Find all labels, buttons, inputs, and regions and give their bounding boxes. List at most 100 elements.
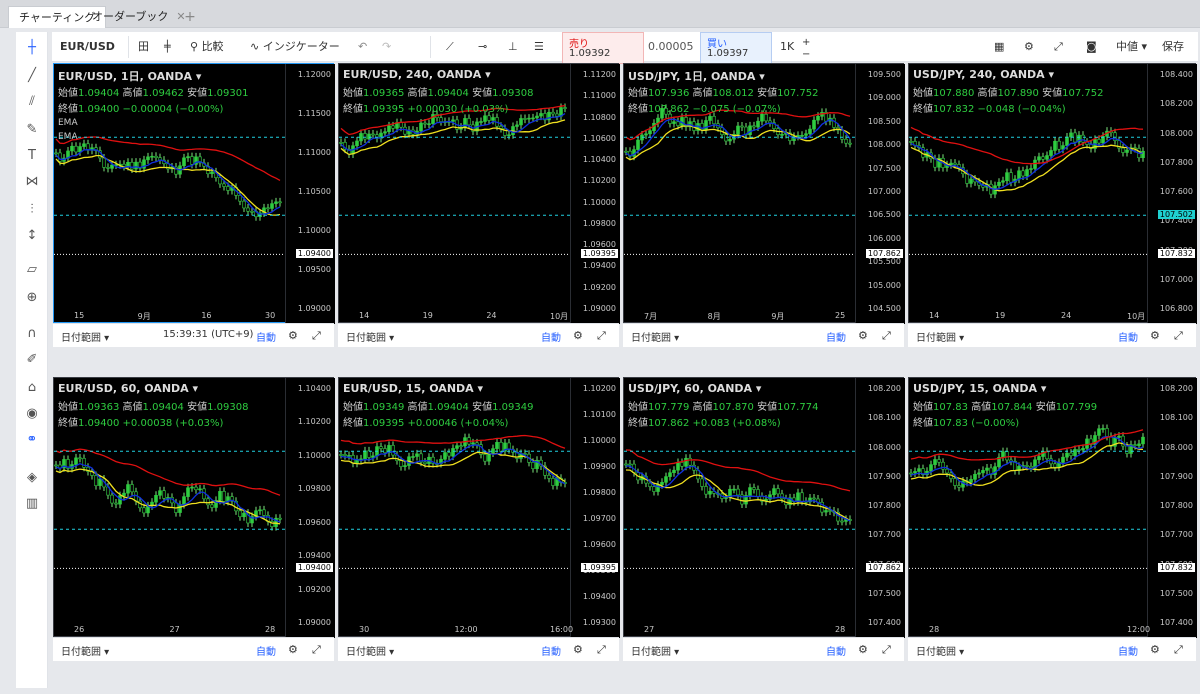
date-range-select[interactable]: 日付範囲 ▾: [61, 643, 109, 658]
layout-grid-icon[interactable]: ▦: [994, 37, 1004, 57]
date-range-select[interactable]: 日付範囲 ▾: [631, 643, 679, 658]
link-icon[interactable]: ⚭: [22, 430, 42, 450]
date-range-select[interactable]: 日付範囲 ▾: [346, 329, 394, 344]
camera-icon[interactable]: ◙: [1086, 37, 1097, 57]
pane-title[interactable]: EUR/USD, 15, OANDA ▾: [343, 382, 483, 395]
chart-pane[interactable]: EUR/USD, 60, OANDA ▾ 始値1.09363 高値1.09404 …: [53, 377, 335, 638]
pane-title[interactable]: EUR/USD, 240, OANDA ▾: [343, 68, 491, 81]
candle-style-icon[interactable]: ╪: [164, 37, 171, 57]
price-scale[interactable]: 1.12000 1.11500 1.11000 1.10500 1.10000 1.095…: [285, 64, 335, 324]
pane-title[interactable]: USD/JPY, 240, OANDA ▾: [913, 68, 1054, 81]
symbol-search[interactable]: EUR/USD: [60, 37, 115, 57]
pencil-lock-icon[interactable]: ✐: [22, 350, 42, 370]
undo-icon[interactable]: ↶: [358, 37, 367, 57]
chart-pane[interactable]: USD/JPY, 1日, OANDA ▾ 始値107.936 高値108.012 …: [623, 63, 905, 324]
pane-title[interactable]: USD/JPY, 1日, OANDA ▾: [628, 68, 765, 84]
settings-icon[interactable]: ⚙: [288, 329, 298, 342]
indicators-button[interactable]: ∿ インジケーター: [250, 37, 340, 57]
maximize-icon[interactable]: ⤢: [1174, 643, 1183, 657]
price-scale[interactable]: 1.10400 1.10200 1.10000 1.09800 1.09600 1.094…: [285, 378, 335, 638]
save-button[interactable]: 保存: [1162, 37, 1184, 57]
settings-icon[interactable]: ⚙: [858, 329, 868, 342]
pane-title[interactable]: USD/JPY, 15, OANDA ▾: [913, 382, 1046, 395]
auto-scale-button[interactable]: 自動: [256, 329, 276, 344]
auto-scale-button[interactable]: 自動: [256, 643, 276, 658]
settings-icon[interactable]: ⚙: [1150, 643, 1160, 656]
chart-pane[interactable]: EUR/USD, 1日, OANDA ▾ 始値1.09404 高値1.09462 …: [53, 63, 335, 324]
chart-pane[interactable]: USD/JPY, 240, OANDA ▾ 始値107.880 高値107.890…: [908, 63, 1197, 324]
sell-button[interactable]: 売り 1.09392: [562, 32, 644, 64]
text-icon[interactable]: T: [22, 146, 42, 166]
tab-orderbook[interactable]: オーダーブック ✕: [82, 6, 196, 28]
compare-button[interactable]: ⚲ 比較: [190, 37, 224, 57]
maximize-icon[interactable]: ⤢: [312, 329, 321, 343]
date-range-select[interactable]: 日付範囲 ▾: [631, 329, 679, 344]
fib-tool-icon[interactable]: ☰: [534, 37, 544, 57]
zoom-in-icon[interactable]: ⊕: [22, 288, 42, 308]
date-range-select[interactable]: 日付範囲 ▾: [61, 329, 109, 344]
brush-icon[interactable]: ✎: [22, 120, 42, 140]
auto-scale-button[interactable]: 自動: [1118, 329, 1138, 344]
candle: [644, 133, 648, 136]
indicator-legend[interactable]: EMA: [58, 132, 78, 142]
indicator-legend[interactable]: EMA: [58, 118, 78, 128]
trash-icon[interactable]: ▥: [22, 494, 42, 514]
redo-icon[interactable]: ↷: [382, 37, 391, 57]
pane-title[interactable]: EUR/USD, 60, OANDA ▾: [58, 382, 198, 395]
price-scale[interactable]: 108.400 108.200 108.000 107.800 107.600 107.4…: [1147, 64, 1197, 324]
maximize-icon[interactable]: ⤢: [882, 329, 891, 343]
auto-scale-button[interactable]: 自動: [541, 329, 561, 344]
chart-pane[interactable]: USD/JPY, 60, OANDA ▾ 始値107.779 高値107.870 …: [623, 377, 905, 638]
settings-icon[interactable]: ⚙: [573, 643, 583, 656]
magnet-icon[interactable]: ∩: [22, 324, 42, 344]
price-type-select[interactable]: 中値 ▾: [1116, 37, 1147, 57]
settings-icon[interactable]: ⚙: [573, 329, 583, 342]
settings-icon[interactable]: ⚙: [1150, 329, 1160, 342]
pane-title[interactable]: USD/JPY, 60, OANDA ▾: [628, 382, 761, 395]
maximize-icon[interactable]: ⤢: [882, 643, 891, 657]
auto-scale-button[interactable]: 自動: [826, 643, 846, 658]
interval-icon[interactable]: 田: [138, 37, 149, 57]
pane-title[interactable]: EUR/USD, 1日, OANDA ▾: [58, 68, 201, 84]
fullscreen-icon[interactable]: ⤢: [1054, 37, 1063, 57]
maximize-icon[interactable]: ⤢: [597, 329, 606, 343]
buy-button[interactable]: 買い 1.09397: [700, 32, 772, 64]
chart-pane[interactable]: EUR/USD, 15, OANDA ▾ 始値1.09349 高値1.09404 …: [338, 377, 620, 638]
settings-icon[interactable]: ⚙: [288, 643, 298, 656]
pattern-icon[interactable]: ⋈: [22, 172, 42, 192]
chart-pane[interactable]: EUR/USD, 240, OANDA ▾ 始値1.09365 高値1.09404…: [338, 63, 620, 324]
auto-scale-button[interactable]: 自動: [541, 643, 561, 658]
add-tab-icon[interactable]: +: [180, 8, 200, 26]
chart-pane[interactable]: USD/JPY, 15, OANDA ▾ 始値107.83 高値107.844 安…: [908, 377, 1197, 638]
price-scale[interactable]: 108.200 108.100 108.000 107.900 107.800 107.7…: [1147, 378, 1197, 638]
settings-icon[interactable]: ⚙: [1024, 37, 1034, 57]
date-range-select[interactable]: 日付範囲 ▾: [916, 643, 964, 658]
ruler-icon[interactable]: ▱: [22, 260, 42, 280]
eye-icon[interactable]: ◉: [22, 404, 42, 424]
price-scale[interactable]: 109.500 109.000 108.500 108.000 107.500 107.0…: [855, 64, 905, 324]
lock-icon[interactable]: ⌂: [22, 378, 42, 398]
trendline-icon[interactable]: ╱: [22, 66, 42, 86]
price-scale[interactable]: 108.200 108.100 108.000 107.900 107.800 107.7…: [855, 378, 905, 638]
line-tool-icon[interactable]: ⟋: [446, 37, 454, 57]
auto-scale-button[interactable]: 自動: [1118, 643, 1138, 658]
price-scale[interactable]: 1.10200 1.10100 1.10000 1.09900 1.09800 1.097…: [570, 378, 620, 638]
date-range-select[interactable]: 日付範囲 ▾: [916, 329, 964, 344]
date-range-select[interactable]: 日付範囲 ▾: [346, 643, 394, 658]
layers-icon[interactable]: ◈: [22, 468, 42, 488]
projection-icon[interactable]: ⫶: [22, 200, 42, 220]
lot-size[interactable]: 1K: [780, 37, 794, 57]
fib-icon[interactable]: ⫽: [22, 92, 42, 112]
lot-down-icon[interactable]: −: [802, 45, 810, 65]
hline-tool-icon[interactable]: ⊸: [478, 37, 487, 57]
vline-tool-icon[interactable]: ⊥: [508, 37, 518, 57]
maximize-icon[interactable]: ⤢: [597, 643, 606, 657]
settings-icon[interactable]: ⚙: [858, 643, 868, 656]
crosshair-icon[interactable]: ┼: [22, 38, 42, 58]
maximize-icon[interactable]: ⤢: [312, 643, 321, 657]
auto-scale-button[interactable]: 自動: [826, 329, 846, 344]
price-scale[interactable]: 1.11200 1.11000 1.10800 1.10600 1.10400 1.102…: [570, 64, 620, 324]
measure-icon[interactable]: ↕: [22, 226, 42, 246]
maximize-icon[interactable]: ⤢: [1174, 329, 1183, 343]
candle: [800, 134, 804, 137]
